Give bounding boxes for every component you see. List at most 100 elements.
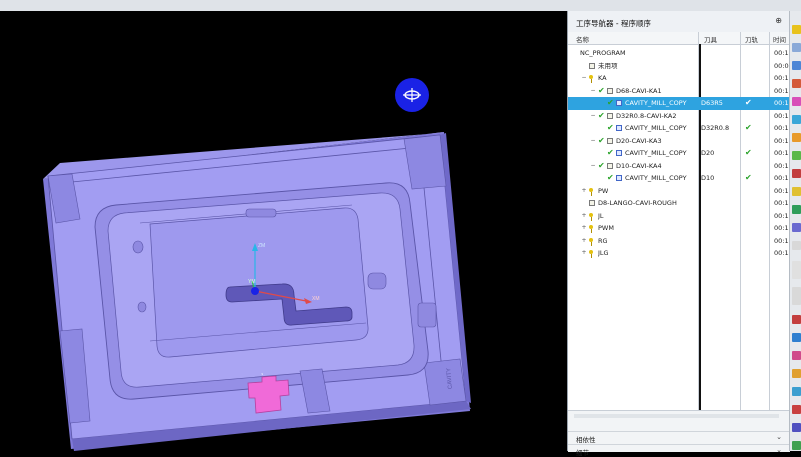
navigator-title: 工序导航器 - 程序顺序: [576, 19, 651, 28]
graphics-window[interactable]: CAVITY ZM XM YM: [0, 11, 567, 451]
resource-icon[interactable]: [792, 79, 801, 88]
program-key-icon: [589, 237, 594, 246]
group-row[interactable]: − ✔ D68-CAVI-KA1 00:1: [568, 85, 790, 98]
pin-icon[interactable]: ⊕: [775, 16, 782, 25]
program-group-icon: [589, 200, 595, 206]
program-group-icon: [607, 112, 613, 119]
group-row[interactable]: NC_PROGRAM 00:1: [568, 47, 790, 60]
resource-icon[interactable]: [792, 223, 801, 232]
axis-label-x: XM: [312, 296, 320, 302]
row-time: 00:1: [774, 124, 789, 132]
resource-icon[interactable]: [792, 25, 801, 34]
resource-icon[interactable]: [792, 315, 801, 324]
column-tool[interactable]: 刀具: [704, 34, 717, 44]
resource-icon[interactable]: [792, 333, 801, 342]
status-check-icon: ✔: [598, 135, 605, 145]
group-row[interactable]: + JLG 00:1: [568, 247, 790, 260]
program-key-icon: [589, 75, 594, 83]
expand-icon[interactable]: +: [581, 222, 587, 235]
program-key-icon: [589, 187, 594, 196]
column-toolpath[interactable]: 刀轨: [745, 34, 758, 44]
row-name: CAVITY_MILL_COPY: [625, 149, 687, 157]
view-triad-icon[interactable]: [395, 78, 429, 112]
row-time: 00:1: [774, 186, 789, 195]
expand-icon[interactable]: +: [581, 210, 587, 223]
status-check-icon: ✔: [607, 173, 614, 182]
column-name[interactable]: 名称: [576, 34, 589, 44]
status-check-icon: ✔: [607, 98, 614, 107]
resource-icon[interactable]: [792, 261, 801, 279]
resource-icon[interactable]: [792, 61, 801, 70]
collapse-icon[interactable]: −: [581, 72, 587, 85]
resource-icon[interactable]: [792, 115, 801, 124]
expand-icon[interactable]: +: [581, 185, 587, 198]
row-name: D20-CAVI-KA3: [616, 136, 662, 145]
operation-row[interactable]: ✔ CAVITY_MILL_COPY D10 ✔ 00:1: [568, 172, 790, 185]
dependencies-panel[interactable]: 相依性 ⌄: [568, 431, 790, 444]
program-group-icon: [589, 62, 595, 69]
expand-icon[interactable]: +: [581, 247, 587, 260]
row-time: 00:1: [774, 74, 789, 82]
part-model-view: CAVITY ZM XM YM: [43, 78, 471, 451]
operation-row[interactable]: ✔ CAVITY_MILL_COPY D32R0.8 ✔ 00:1: [568, 122, 790, 135]
group-row[interactable]: − ✔ D20-CAVI-KA3 00:1: [568, 135, 790, 148]
group-row[interactable]: D8-LANGO-CAVI-ROUGH 00:1: [568, 197, 790, 210]
program-key-icon: [589, 212, 594, 221]
resource-icon[interactable]: [792, 151, 801, 160]
expand-icon[interactable]: ⌄: [776, 433, 782, 441]
group-row[interactable]: + JL 00:1: [568, 210, 790, 223]
resource-icon[interactable]: [792, 423, 801, 432]
resource-icon[interactable]: [792, 351, 801, 360]
resource-icon[interactable]: [792, 133, 801, 142]
navigator-title-bar: 工序导航器 - 程序顺序 ⊕: [568, 11, 790, 33]
resource-icon[interactable]: [792, 97, 801, 106]
collapse-icon[interactable]: −: [590, 85, 596, 98]
row-name: RG: [598, 236, 608, 245]
horizontal-scrollbar[interactable]: [574, 414, 779, 418]
group-row[interactable]: 未用项 00:0: [568, 60, 790, 73]
program-key-icon: [589, 225, 594, 233]
resource-icon[interactable]: [792, 287, 801, 305]
column-time[interactable]: 时间: [773, 34, 786, 44]
row-time: 00:1: [774, 174, 789, 182]
row-name: JLG: [598, 249, 609, 257]
status-check-icon: ✔: [598, 160, 605, 170]
status-check-icon: ✔: [607, 123, 614, 132]
status-check-icon: ✔: [598, 85, 605, 95]
row-tool: D32R0.8: [701, 124, 730, 132]
group-row[interactable]: − ✔ D32R0.8-CAVI-KA2 00:1: [568, 110, 790, 123]
operation-row[interactable]: ✔ CAVITY_MILL_COPY D20 ✔ 00:1: [568, 147, 790, 160]
row-time: 00:1: [774, 199, 789, 207]
row-name: D8-LANGO-CAVI-ROUGH: [598, 199, 677, 207]
resource-icon[interactable]: [792, 369, 801, 378]
row-time: 00:1: [774, 149, 789, 157]
resource-icon[interactable]: [792, 205, 801, 214]
toolpath-check-icon: ✔: [745, 98, 752, 107]
resource-icon[interactable]: [792, 241, 801, 250]
row-name: PWM: [598, 224, 614, 232]
row-time: 00:1: [774, 224, 789, 232]
row-name: KA: [598, 74, 607, 82]
resource-icon[interactable]: [792, 405, 801, 414]
collapse-icon[interactable]: −: [590, 160, 596, 173]
resource-icon[interactable]: [792, 387, 801, 396]
collapse-icon[interactable]: −: [590, 135, 596, 148]
row-time: 00:1: [774, 211, 789, 220]
row-time: 00:1: [774, 111, 789, 120]
resource-icon[interactable]: [792, 441, 801, 450]
group-row[interactable]: + RG 00:1: [568, 235, 790, 248]
operation-row[interactable]: ✔ CAVITY_MILL_COPY D63R5 ✔ 00:1: [568, 97, 790, 110]
group-row[interactable]: − KA 00:1: [568, 72, 790, 85]
expand-icon[interactable]: ⌄: [776, 446, 782, 454]
group-row[interactable]: + PW 00:1: [568, 185, 790, 198]
toolpath-check-icon: ✔: [745, 123, 752, 132]
expand-icon[interactable]: +: [581, 235, 587, 248]
group-row[interactable]: − ✔ D10-CAVI-KA4 00:1: [568, 160, 790, 173]
row-time: 00:1: [774, 99, 789, 107]
group-row[interactable]: + PWM 00:1: [568, 222, 790, 235]
resource-icon[interactable]: [792, 187, 801, 196]
row-tool: D63R5: [701, 99, 723, 107]
resource-icon[interactable]: [792, 169, 801, 178]
collapse-icon[interactable]: −: [590, 110, 596, 123]
resource-icon[interactable]: [792, 43, 801, 52]
